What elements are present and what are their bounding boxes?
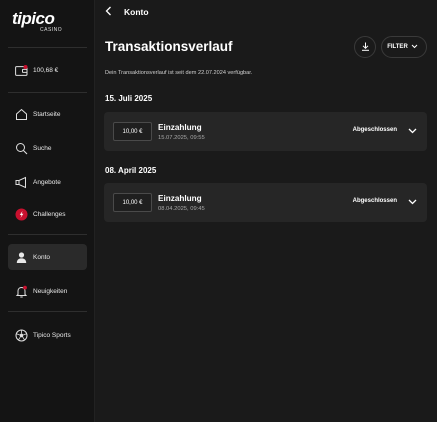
- logo-text: tipico: [12, 9, 55, 28]
- sidebar-item-startseite[interactable]: Startseite: [8, 101, 87, 127]
- amount-badge: 10,00 €: [113, 122, 152, 141]
- history-availability-info: Dein Transaktionsverlauf ist seit dem 22…: [105, 70, 253, 76]
- sidebar: tipico CASINO 100,68 € Startseite Suche …: [0, 0, 95, 422]
- transaction-datetime: 08.04.2025, 09:45: [158, 206, 205, 212]
- search-icon: [14, 141, 28, 155]
- breadcrumb: Konto: [105, 5, 149, 19]
- sidebar-item-label: Angebote: [33, 178, 61, 186]
- sidebar-item-label: Konto: [33, 253, 50, 261]
- divider: [8, 311, 87, 312]
- wallet-icon: [14, 63, 28, 77]
- logo-subtext: CASINO: [40, 27, 63, 33]
- bell-icon: [14, 284, 28, 298]
- sidebar-item-label: Startseite: [33, 110, 61, 118]
- amount-badge: 10,00 €: [113, 193, 152, 212]
- sidebar-item-label: Tipico Sports: [33, 331, 71, 339]
- download-icon: [361, 38, 370, 56]
- date-group-heading: 08. April 2025: [105, 166, 157, 175]
- home-icon: [14, 107, 28, 121]
- chevron-down-icon[interactable]: [407, 197, 417, 207]
- divider: [8, 234, 87, 235]
- sidebar-item-neuigkeiten[interactable]: Neuigkeiten: [8, 278, 87, 304]
- status-badge: Abgeschlossen: [352, 198, 397, 204]
- user-icon: [14, 250, 28, 264]
- sidebar-item-challenges[interactable]: Challenges: [8, 201, 87, 227]
- tipico-casino-logo[interactable]: tipico CASINO: [12, 10, 62, 33]
- filter-button[interactable]: FILTER: [381, 36, 427, 58]
- status-badge: Abgeschlossen: [352, 127, 397, 133]
- divider: [8, 47, 87, 48]
- transaction-row[interactable]: 10,00 € Einzahlung 08.04.2025, 09:45 Abg…: [104, 183, 427, 222]
- soccer-ball-icon: [14, 328, 28, 342]
- divider: [8, 92, 87, 93]
- back-arrow-icon[interactable]: [105, 3, 112, 21]
- main-content: Konto Transaktionsverlauf FILTER Dein Tr…: [95, 0, 437, 422]
- filter-label: FILTER: [387, 44, 408, 50]
- chevron-down-icon: [411, 44, 418, 51]
- sidebar-item-label: Neuigkeiten: [33, 287, 68, 295]
- sidebar-item-label: Suche: [33, 144, 52, 152]
- sidebar-item-konto[interactable]: Konto: [8, 244, 87, 270]
- megaphone-icon: [14, 175, 28, 189]
- transaction-type: Einzahlung: [158, 194, 202, 203]
- chevron-down-icon[interactable]: [407, 126, 417, 136]
- download-button[interactable]: [354, 36, 376, 58]
- transaction-row[interactable]: 10,00 € Einzahlung 15.07.2025, 09:55 Abg…: [104, 112, 427, 151]
- sidebar-item-suche[interactable]: Suche: [8, 135, 87, 161]
- transaction-type: Einzahlung: [158, 123, 202, 132]
- date-group-heading: 15. Juli 2025: [105, 94, 153, 103]
- breadcrumb-title: Konto: [124, 7, 149, 17]
- sidebar-item-angebote[interactable]: Angebote: [8, 169, 87, 195]
- sidebar-item-label: Challenges: [33, 210, 66, 218]
- sidebar-item-tipico-sports[interactable]: Tipico Sports: [8, 322, 87, 348]
- challenges-icon: [14, 207, 28, 221]
- balance-amount: 100,68 €: [33, 66, 59, 74]
- page-title: Transaktionsverlauf: [105, 39, 233, 54]
- balance-wallet[interactable]: 100,68 €: [8, 57, 87, 83]
- transaction-datetime: 15.07.2025, 09:55: [158, 135, 205, 141]
